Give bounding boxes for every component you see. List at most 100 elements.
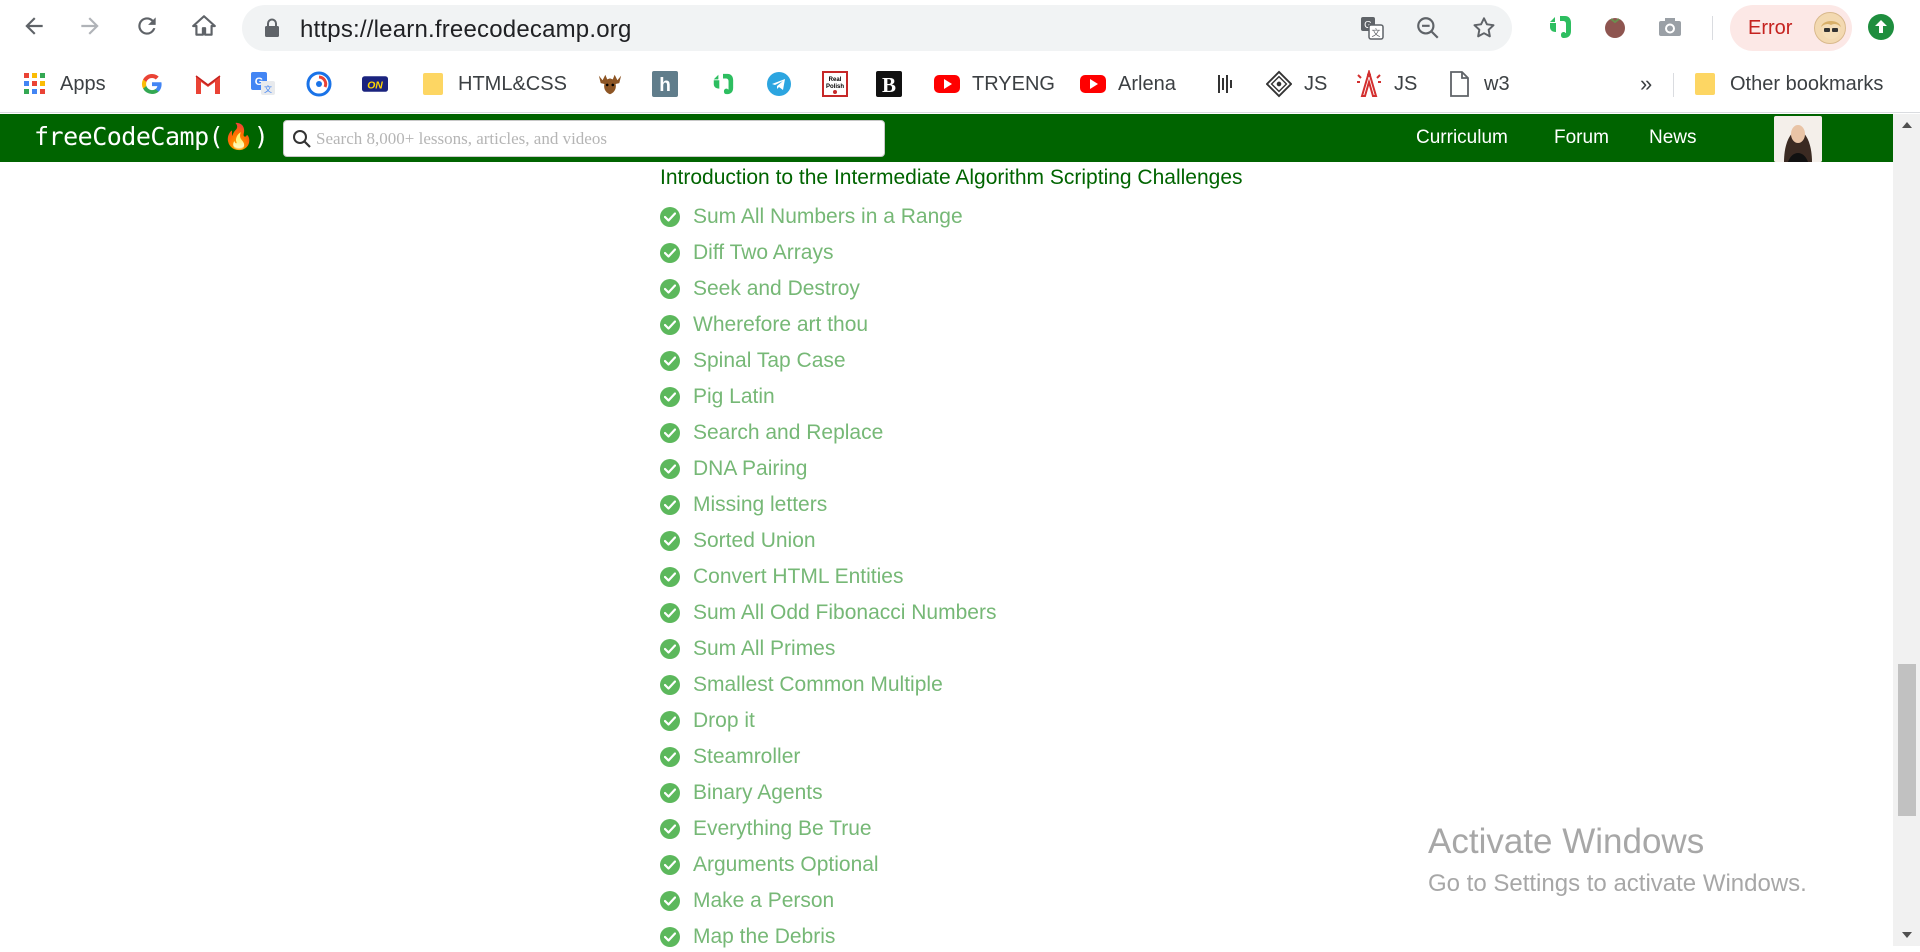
- lesson-label: Spinal Tap Case: [693, 349, 846, 372]
- lesson-item[interactable]: Spinal Tap Case: [660, 346, 846, 376]
- check-circle-icon: [660, 243, 680, 263]
- profile-error-chip[interactable]: Error: [1730, 5, 1852, 51]
- tower-icon: [1356, 70, 1382, 97]
- zoom-out-icon[interactable]: [1414, 14, 1442, 42]
- lesson-item[interactable]: Binary Agents: [660, 778, 823, 808]
- reload-icon: [134, 13, 160, 44]
- user-avatar[interactable]: [1774, 116, 1822, 162]
- lesson-item[interactable]: Smallest Common Multiple: [660, 670, 943, 700]
- lesson-item[interactable]: Sum All Odd Fibonacci Numbers: [660, 598, 996, 628]
- lesson-item[interactable]: Wherefore art thou: [660, 310, 868, 340]
- scroll-up-arrow-icon[interactable]: [1893, 114, 1920, 136]
- lesson-label: Binary Agents: [693, 781, 823, 804]
- scroll-thumb[interactable]: [1898, 664, 1916, 816]
- bookmark-arlena[interactable]: Arlena: [1080, 70, 1176, 98]
- youtube-icon: [934, 71, 960, 97]
- bookmark-other-bookmarks[interactable]: Other bookmarks: [1692, 70, 1883, 98]
- lesson-item[interactable]: DNA Pairing: [660, 454, 807, 484]
- svg-text:Polish: Polish: [826, 84, 844, 90]
- bookmark-star-icon[interactable]: [1470, 14, 1498, 42]
- lesson-item[interactable]: Steamroller: [660, 742, 800, 772]
- forward-button[interactable]: [70, 8, 110, 48]
- lesson-item[interactable]: Arguments Optional: [660, 850, 879, 880]
- bookmark-b[interactable]: B: [876, 70, 902, 98]
- lesson-label: Wherefore art thou: [693, 313, 869, 336]
- lesson-label: Everything Be True: [693, 817, 872, 840]
- bookmark-moose[interactable]: [597, 70, 623, 98]
- lesson-item[interactable]: Map the Debris: [660, 922, 835, 952]
- bookmark-w3[interactable]: w3: [1446, 70, 1510, 98]
- bookmark-real-polish[interactable]: Real Polish: [822, 70, 848, 98]
- lesson-item[interactable]: Everything Be True: [660, 814, 872, 844]
- check-circle-icon: [660, 279, 680, 299]
- update-arrow-icon[interactable]: [1866, 12, 1896, 42]
- lesson-item[interactable]: Seek and Destroy: [660, 274, 860, 304]
- bookmark-apps[interactable]: Apps: [22, 70, 106, 98]
- bookmark-label: Apps: [60, 72, 106, 95]
- bookmark-bars[interactable]: [1212, 70, 1238, 98]
- lesson-item[interactable]: Sum All Numbers in a Range: [660, 202, 963, 232]
- address-bar[interactable]: https://learn.freecodecamp.org G文: [242, 5, 1512, 51]
- url-text: https://learn.freecodecamp.org: [300, 16, 632, 43]
- h-letter-icon: h: [652, 71, 678, 97]
- nav-link-news[interactable]: News: [1649, 127, 1697, 149]
- telegram-icon: [766, 71, 792, 97]
- camera-extension-icon[interactable]: [1655, 12, 1685, 42]
- bookmark-on[interactable]: ON: [362, 70, 388, 98]
- lesson-label: Diff Two Arrays: [693, 241, 834, 264]
- lesson-item[interactable]: Pig Latin: [660, 382, 775, 412]
- sync-circle-icon: [306, 71, 332, 97]
- on-badge-icon: ON: [362, 71, 388, 97]
- page-scrollbar[interactable]: [1893, 114, 1920, 946]
- lesson-item[interactable]: Drop it: [660, 706, 755, 736]
- bookmarks-overflow-button[interactable]: »: [1640, 70, 1652, 98]
- bookmark-js-1[interactable]: JS: [1266, 70, 1327, 98]
- reload-button[interactable]: [127, 8, 167, 48]
- lesson-label: Make a Person: [693, 889, 835, 912]
- lesson-item[interactable]: Sorted Union: [660, 526, 816, 556]
- bookmark-label: Arlena: [1118, 72, 1176, 95]
- fcc-logo[interactable]: freeCodeCamp(🔥): [34, 122, 269, 152]
- bookmark-telegram[interactable]: [766, 70, 792, 98]
- bookmark-folder-html-css[interactable]: HTML&CSS: [420, 70, 567, 98]
- section-title[interactable]: Introduction to the Intermediate Algorit…: [660, 166, 1243, 190]
- bookmark-h[interactable]: h: [652, 70, 678, 98]
- scroll-down-arrow-icon[interactable]: [1893, 924, 1920, 946]
- bookmark-google[interactable]: [139, 70, 165, 98]
- svg-text:文: 文: [1371, 27, 1380, 39]
- bookmark-translate[interactable]: G文: [250, 70, 276, 98]
- curriculum-content: Introduction to the Intermediate Algorit…: [0, 162, 1893, 948]
- translate-icon[interactable]: G文: [1358, 14, 1386, 42]
- bookmark-sync[interactable]: [306, 70, 332, 98]
- bookmark-gmail[interactable]: [195, 70, 221, 98]
- google-translate-icon: G文: [250, 71, 276, 97]
- browser-toolbar: https://learn.freecodecamp.org G文 Error: [0, 0, 1920, 56]
- lesson-item[interactable]: Make a Person: [660, 886, 834, 916]
- evernote-extension-icon[interactable]: [1545, 12, 1575, 42]
- bookmark-evernote[interactable]: [710, 70, 736, 98]
- check-circle-icon: [660, 207, 680, 227]
- lesson-label: Arguments Optional: [693, 853, 879, 876]
- check-circle-icon: [660, 855, 680, 875]
- svg-text:文: 文: [264, 84, 272, 94]
- lesson-item[interactable]: Diff Two Arrays: [660, 238, 833, 268]
- bookmark-tryeng[interactable]: TRYENG: [934, 70, 1055, 98]
- bookmarks-bar: Apps G文 ON HTML&CSS h Real Polish B TRYE…: [0, 56, 1920, 113]
- home-button[interactable]: [184, 8, 224, 48]
- search-input[interactable]: [316, 121, 876, 156]
- bookmark-label: JS: [1304, 72, 1328, 95]
- back-button[interactable]: [14, 8, 54, 48]
- nav-link-forum[interactable]: Forum: [1554, 127, 1609, 149]
- nav-link-curriculum[interactable]: Curriculum: [1416, 127, 1508, 149]
- lesson-item[interactable]: Convert HTML Entities: [660, 562, 903, 592]
- lesson-label: Smallest Common Multiple: [693, 673, 943, 696]
- check-circle-icon: [660, 387, 680, 407]
- lesson-item[interactable]: Search and Replace: [660, 418, 883, 448]
- tomato-extension-icon[interactable]: [1600, 12, 1630, 42]
- profile-avatar: [1814, 12, 1846, 44]
- bookmark-js-2[interactable]: JS: [1356, 70, 1417, 98]
- fcc-search-box[interactable]: [283, 120, 885, 157]
- lesson-item[interactable]: Sum All Primes: [660, 634, 835, 664]
- lesson-item[interactable]: Missing letters: [660, 490, 827, 520]
- check-circle-icon: [660, 783, 680, 803]
